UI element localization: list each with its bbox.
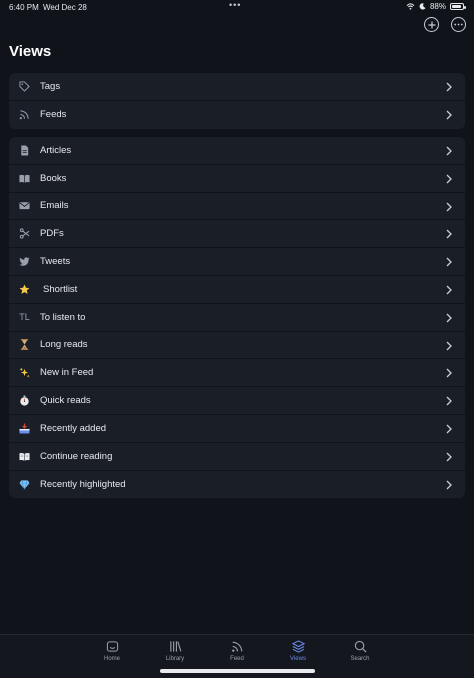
home-icon: [106, 641, 118, 652]
status-time: 6:40 PM: [9, 3, 39, 12]
tl-text-icon: TL: [19, 312, 30, 323]
search-icon: [354, 640, 366, 653]
view-row-label: Long reads: [40, 339, 88, 351]
view-row-label: Emails: [40, 200, 69, 212]
tab-label: Library: [165, 656, 185, 662]
view-row-quick-reads[interactable]: Quick reads: [9, 387, 465, 415]
tab-label: Views: [290, 656, 306, 662]
sparkles-icon: [9, 359, 40, 386]
view-row-recently-highlighted[interactable]: Recently highlighted: [9, 471, 465, 499]
view-row-books[interactable]: Books: [9, 165, 465, 193]
chevron-right-icon: [446, 368, 452, 378]
rss-icon: [9, 101, 40, 129]
chevron-right-icon: [446, 146, 452, 156]
wifi-icon: [406, 3, 415, 10]
document-icon: [9, 137, 40, 164]
status-bar: 6:40 PM Wed Dec 28 ••• 88%: [0, 0, 474, 14]
feed-icon: [231, 641, 242, 652]
layers-icon: [291, 640, 305, 653]
chevron-right-icon: [446, 202, 452, 212]
status-date: Wed Dec 28: [43, 3, 87, 12]
view-row-recently-added[interactable]: Recently added: [9, 415, 465, 443]
hourglass-icon: [9, 332, 40, 359]
chevron-right-icon: [446, 480, 452, 490]
tab-label: Feed: [230, 656, 244, 662]
battery-percent: 88%: [429, 2, 446, 11]
view-row-label: Articles: [40, 144, 72, 156]
view-row-label: Quick reads: [40, 395, 91, 407]
moon-icon: [419, 3, 426, 10]
view-row-tweets[interactable]: Tweets: [9, 248, 465, 276]
view-row-label: Continue reading: [40, 450, 113, 462]
tab-label: Search: [350, 656, 370, 662]
view-row-tags[interactable]: Tags: [9, 73, 465, 101]
view-row-articles[interactable]: Articles: [9, 137, 465, 165]
tab-views[interactable]: Views: [278, 640, 318, 662]
star-icon: [9, 276, 40, 303]
multitasking-dots-icon[interactable]: •••: [229, 0, 241, 10]
chevron-right-icon: [446, 424, 452, 434]
stopwatch-icon: [9, 387, 40, 414]
book-icon: [9, 165, 40, 192]
more-options-button[interactable]: [451, 17, 466, 32]
open-book-icon: [9, 443, 40, 470]
view-row-long-reads[interactable]: Long reads: [9, 332, 465, 360]
top-actions: [424, 17, 466, 32]
view-row-pdfs[interactable]: PDFs: [9, 220, 465, 249]
view-row-label: Tweets: [40, 256, 71, 268]
view-row-label: To listen to: [40, 311, 86, 323]
chevron-right-icon: [446, 396, 452, 406]
tab-home[interactable]: Home: [92, 640, 132, 662]
view-row-feeds[interactable]: Feeds: [9, 101, 465, 129]
view-row-label: PDFs: [40, 228, 64, 240]
view-row-emails[interactable]: Emails: [9, 193, 465, 221]
gem-icon: [9, 471, 40, 499]
view-row-label: Shortlist: [43, 283, 78, 295]
library-icon: [169, 641, 181, 652]
view-row-label: Recently highlighted: [40, 478, 126, 490]
chevron-right-icon: [446, 452, 452, 462]
view-row-label: Recently added: [40, 422, 107, 434]
page-title: Views: [9, 43, 52, 60]
view-row-shortlist[interactable]: Shortlist: [9, 276, 465, 304]
chevron-right-icon: [446, 82, 452, 92]
tab-feed[interactable]: Feed: [217, 640, 257, 662]
battery-level: [452, 5, 461, 8]
plus-icon: [428, 21, 435, 28]
chevron-right-icon: [446, 313, 452, 323]
chevron-right-icon: [446, 285, 452, 295]
battery-icon: [450, 3, 466, 10]
view-row-label: New in Feed: [40, 367, 94, 379]
views-group-primary: Tags Feeds: [9, 73, 465, 129]
tag-icon: [9, 73, 40, 100]
chevron-right-icon: [446, 174, 452, 184]
chevron-right-icon: [446, 110, 452, 120]
view-row-label: Books: [40, 172, 67, 184]
add-view-button[interactable]: [424, 17, 439, 32]
status-indicators: 88%: [406, 2, 466, 11]
chevron-right-icon: [446, 229, 452, 239]
view-row-label: Tags: [40, 80, 61, 92]
tab-search[interactable]: Search: [340, 640, 380, 662]
inbox-tray-icon: [9, 415, 40, 442]
chevron-right-icon: [446, 341, 452, 351]
home-indicator[interactable]: [160, 669, 315, 673]
tab-label: Home: [103, 656, 120, 662]
tab-library[interactable]: Library: [155, 640, 195, 662]
view-row-to-listen-to[interactable]: TL To listen to: [9, 304, 465, 332]
ellipsis-icon: [454, 23, 463, 26]
view-row-continue-reading[interactable]: Continue reading: [9, 443, 465, 471]
envelope-icon: [9, 193, 40, 220]
twitter-icon: [9, 248, 40, 275]
views-group-saved: Articles Books Emails PDFs Tweets Shortl: [9, 137, 465, 499]
pdf-icon: [9, 220, 40, 247]
view-row-label: Feeds: [40, 109, 67, 121]
view-row-new-in-feed[interactable]: New in Feed: [9, 359, 465, 388]
chevron-right-icon: [446, 257, 452, 267]
